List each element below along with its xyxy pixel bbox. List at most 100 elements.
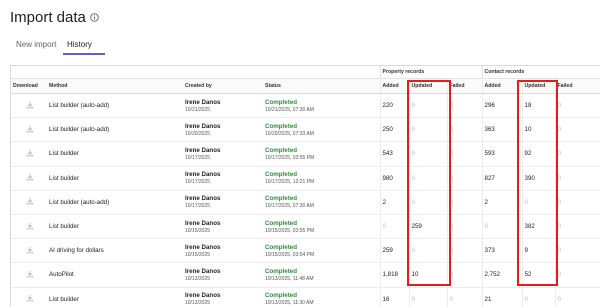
table-row[interactable]: List builder Irene Danos 10/15/2025 Comp… (11, 214, 600, 240)
status-badge: Completed (265, 243, 297, 251)
creator-name: Irene Danos (185, 267, 221, 275)
property-failed-value: 0 (449, 271, 453, 279)
created-by-cell: Irene Danos 10/17/2025 (183, 190, 263, 215)
download-icon[interactable] (26, 246, 34, 254)
method-text: List builder (auto-add) (49, 198, 110, 206)
page-title: Import data (10, 9, 86, 26)
property-failed-cell: 0 (446, 190, 482, 215)
table-row[interactable]: List builder Irene Danos 10/13/2025 Comp… (11, 287, 600, 307)
status-time: 10/13/2025, 11:48 AM (265, 275, 314, 282)
contact-failed-cell: 0 (554, 287, 600, 307)
contact-failed-value: 0 (557, 295, 561, 303)
property-failed-value: 0 (449, 198, 453, 206)
created-date: 10/17/2025 (185, 154, 211, 161)
download-icon[interactable] (26, 125, 34, 133)
property-updated-cell: 0 (408, 117, 447, 143)
download-cell (11, 238, 47, 264)
property-added-cell: 980 (379, 166, 409, 191)
method-cell: List builder (47, 141, 183, 167)
method-cell: List builder (auto-add) (47, 93, 183, 119)
property-failed-value: 0 (449, 174, 453, 182)
table-row[interactable]: List builder (auto-add) Irene Danos 10/2… (11, 117, 600, 143)
creator-name: Irene Danos (185, 243, 221, 251)
created-by-cell: Irene Danos 10/20/2025 (183, 117, 263, 143)
property-failed-value: 0 (449, 150, 453, 158)
method-text: AutoPilot (49, 271, 74, 279)
contact-added-cell: 827 (481, 166, 522, 191)
property-added-cell: 16 (379, 287, 409, 307)
download-icon[interactable] (26, 101, 34, 109)
creator-name: Irene Danos (185, 146, 221, 154)
contact-added-cell: 2 (481, 190, 522, 215)
info-icon[interactable] (90, 13, 99, 22)
table-row[interactable]: AI driving for dollars Irene Danos 10/15… (11, 238, 600, 264)
download-icon[interactable] (26, 149, 34, 157)
download-cell (11, 117, 47, 143)
created-by-cell: Irene Danos 10/17/2025 (183, 141, 263, 167)
download-icon[interactable] (26, 197, 34, 205)
contact-failed-cell: 0 (554, 262, 600, 288)
created-date: 10/15/2025 (185, 251, 211, 258)
created-by-cell: Irene Danos 10/15/2025 (183, 238, 263, 264)
property-failed-value: 0 (449, 223, 453, 231)
tab-new-import[interactable]: New import (16, 40, 56, 49)
method-text: List builder (49, 295, 79, 303)
contact-failed-cell: 0 (554, 93, 600, 119)
property-failed-cell: 0 (446, 238, 482, 264)
contact-failed-value: 0 (557, 198, 561, 206)
tab-history[interactable]: History (67, 40, 92, 49)
property-updated-value: 0 (411, 247, 415, 255)
status-cell: Completed 10/17/2025, 12:21 PM (263, 166, 380, 191)
contact-updated-value: 9 (524, 247, 528, 255)
property-added-value: 250 (382, 126, 393, 134)
download-icon[interactable] (26, 270, 34, 278)
contact-added-cell: 593 (481, 141, 522, 167)
property-failed-value: 0 (449, 247, 453, 255)
contact-updated-cell: 52 (521, 262, 555, 288)
created-date: 10/17/2025 (185, 179, 211, 186)
method-cell: List builder (47, 287, 183, 307)
status-time: 10/17/2025, 07:30 AM (265, 203, 314, 210)
contact-updated-cell: 382 (521, 214, 555, 240)
contact-added-cell: 363 (481, 117, 522, 143)
method-text: List builder (auto-add) (49, 102, 110, 110)
creator-name: Irene Danos (185, 98, 221, 106)
contact-failed-value: 0 (557, 150, 561, 158)
creator-name: Irene Danos (185, 122, 221, 130)
status-time: 10/17/2025, 12:21 PM (265, 179, 315, 186)
method-text: AI driving for dollars (49, 247, 104, 255)
table-row[interactable]: AutoPilot Irene Danos 10/13/2025 Complet… (11, 262, 600, 288)
download-cell (11, 190, 47, 215)
status-cell: Completed 10/15/2025, 03:54 PM (263, 238, 380, 264)
property-added-cell: 220 (379, 93, 409, 119)
table-row[interactable]: List builder (auto-add) Irene Danos 10/1… (11, 190, 600, 215)
creator-name: Irene Danos (185, 219, 221, 227)
download-icon[interactable] (26, 294, 34, 302)
property-added-value: 220 (382, 102, 393, 110)
property-updated-value: 0 (411, 126, 415, 134)
table-row[interactable]: List builder Irene Danos 10/17/2025 Comp… (11, 166, 600, 191)
created-date: 10/15/2025 (185, 227, 211, 234)
col-download: Download (11, 78, 47, 94)
contact-added-value: 2 (484, 198, 488, 206)
contact-added-value: 827 (484, 174, 495, 182)
contact-failed-cell: 0 (554, 141, 600, 167)
table-row[interactable]: List builder (auto-add) Irene Danos 10/2… (11, 93, 600, 119)
status-badge: Completed (265, 219, 297, 227)
download-icon[interactable] (26, 222, 34, 230)
contact-added-cell: 2,752 (481, 262, 522, 288)
property-added-value: 0 (382, 223, 386, 231)
property-updated-value: 259 (411, 223, 422, 231)
contact-failed-value: 0 (557, 102, 561, 110)
contact-updated-value: 10 (524, 126, 532, 134)
contact-updated-value: 382 (524, 223, 535, 231)
property-added-value: 543 (382, 150, 393, 158)
active-tab-indicator (63, 53, 105, 55)
download-icon[interactable] (26, 173, 34, 181)
property-updated-cell: 0 (408, 166, 447, 191)
status-time: 10/15/2025, 03:54 PM (265, 251, 315, 258)
method-text: List builder (49, 150, 79, 158)
table-row[interactable]: List builder Irene Danos 10/17/2025 Comp… (11, 141, 600, 167)
method-cell: List builder (auto-add) (47, 117, 183, 143)
property-added-value: 259 (382, 247, 393, 255)
